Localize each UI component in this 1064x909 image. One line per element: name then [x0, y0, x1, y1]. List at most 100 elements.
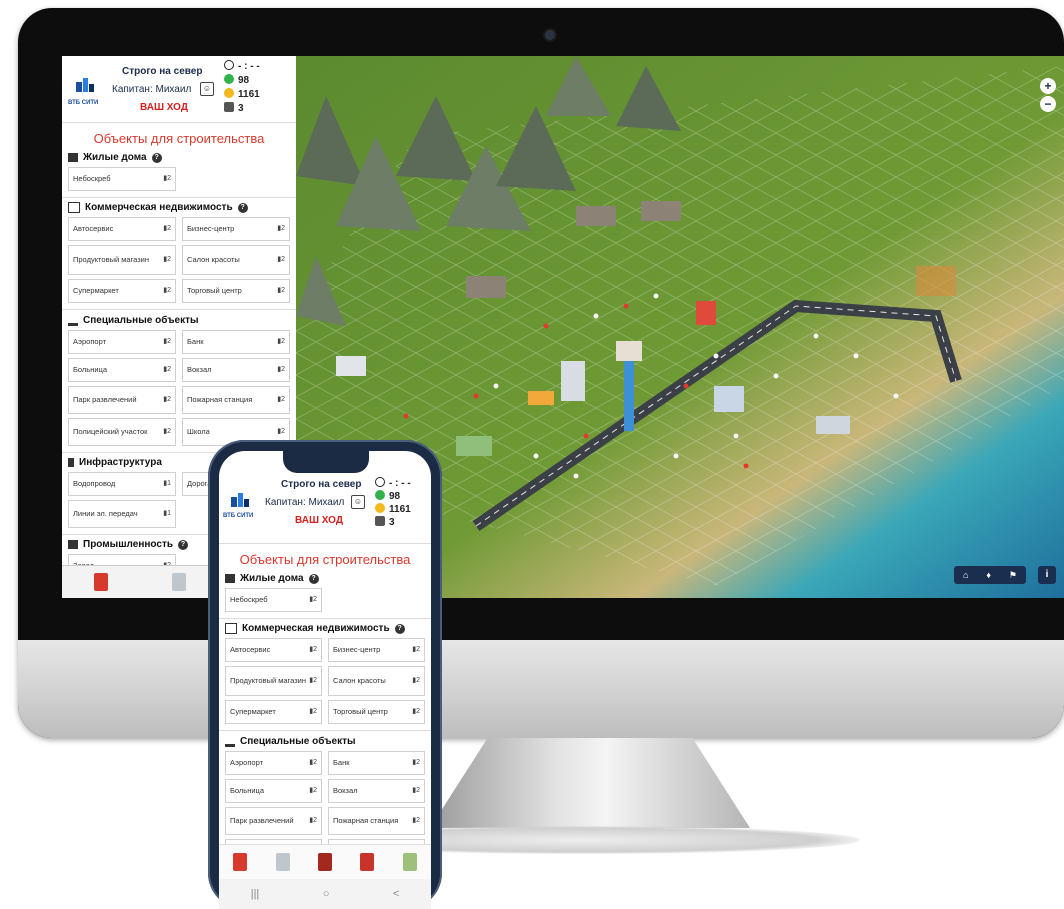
phone-screen: ВТБ СИТИ Строго на север Капитан: Михаил… — [219, 451, 431, 909]
help-icon[interactable]: ? — [237, 202, 248, 213]
item-cost: ▮2 — [309, 817, 317, 824]
item-label: Аэропорт — [230, 758, 264, 767]
build-item[interactable]: Торговый центр ▮2 — [328, 700, 425, 724]
build-item[interactable]: Аэропорт ▮2 — [225, 751, 322, 775]
build-item[interactable]: Супермаркет ▮2 — [68, 279, 176, 303]
residential-grid: Небоскреб ▮2 — [219, 588, 431, 616]
demolish-icon[interactable] — [317, 853, 332, 871]
map-toolbar: ⌂ ♦ ⚑ — [954, 566, 1026, 584]
build-item[interactable]: Полицейский участок ▮2 — [68, 418, 176, 446]
cost-value: 1 — [167, 510, 171, 517]
help-icon[interactable]: ? — [151, 152, 162, 163]
build-item[interactable]: Салон красоты ▮2 — [328, 666, 425, 696]
flag-icon[interactable]: ⚑ — [1009, 570, 1017, 581]
build-item[interactable]: Небоскреб ▮2 — [225, 588, 322, 612]
build-item[interactable]: Бизнес-центр ▮2 — [328, 638, 425, 662]
home-icon[interactable]: ⌂ — [963, 570, 968, 580]
captain-avatar-button[interactable]: ☺ — [351, 495, 365, 509]
bricks-icon[interactable] — [233, 853, 248, 871]
build-item[interactable]: Небоскреб ▮2 — [68, 167, 176, 191]
cost-value: 2 — [167, 366, 171, 373]
back-button[interactable]: < — [393, 888, 399, 900]
build-item[interactable]: Банк ▮2 — [328, 751, 425, 775]
android-nav-bar: ||| ○ < — [219, 879, 431, 909]
section-commercial: Коммерческая недвижимость? — [225, 623, 425, 634]
item-cost: ▮2 — [163, 428, 171, 435]
section-special: Специальные объекты — [68, 314, 290, 326]
item-cost: ▮2 — [163, 225, 171, 232]
smile-icon — [224, 74, 234, 84]
section-title: Коммерческая недвижимость — [85, 202, 233, 213]
item-cost: ▮2 — [412, 817, 420, 824]
build-item[interactable]: Вокзал ▮2 — [328, 779, 425, 803]
cost-value: 2 — [416, 759, 420, 766]
help-icon[interactable]: ? — [178, 539, 188, 550]
zoom-in-button[interactable]: + — [1040, 78, 1056, 94]
info-button[interactable]: i — [1038, 566, 1056, 584]
section-title: Специальные объекты — [83, 314, 199, 326]
document-icon[interactable] — [275, 853, 290, 871]
item-label: Продуктовый магазин — [73, 255, 149, 264]
zoom-out-button[interactable]: − — [1040, 96, 1056, 112]
build-item[interactable]: Супермаркет ▮2 — [225, 700, 322, 724]
build-item[interactable]: Больница ▮2 — [225, 779, 322, 803]
build-item[interactable]: Пожарная станция ▮2 — [328, 807, 425, 835]
cost-value: 2 — [313, 817, 317, 824]
build-item[interactable]: Больница ▮2 — [68, 358, 176, 382]
build-item[interactable]: Парк развлечений ▮2 — [225, 807, 322, 835]
item-cost: ▮2 — [309, 646, 317, 653]
build-item[interactable]: Автосервис ▮2 — [68, 217, 176, 241]
house-icon — [68, 153, 78, 162]
home-button[interactable]: ○ — [323, 888, 330, 900]
build-item[interactable]: Банк ▮2 — [182, 330, 290, 354]
camera — [543, 28, 557, 42]
special-grid: Аэропорт ▮2 Банк ▮2 Больница ▮2 Вокзал ▮2 Па… — [62, 330, 296, 450]
build-item[interactable]: Салон красоты ▮2 — [182, 245, 290, 275]
map-icon[interactable] — [402, 853, 417, 871]
build-item[interactable]: Аэропорт ▮2 — [68, 330, 176, 354]
build-item[interactable]: Бизнес-центр ▮2 — [182, 217, 290, 241]
build-item[interactable]: Продуктовый магазин ▮2 — [68, 245, 176, 275]
item-cost: ▮2 — [412, 646, 420, 653]
book-icon[interactable] — [360, 853, 375, 871]
game-header: ВТБ СИТИ Строго на север Капитан: Михаил… — [62, 56, 296, 123]
build-item[interactable]: Автосервис ▮2 — [225, 638, 322, 662]
build-item[interactable]: Торговый центр ▮2 — [182, 279, 290, 303]
build-item[interactable]: Водопровод ▮1 — [68, 472, 176, 496]
phone-action-bar — [219, 844, 431, 879]
build-item[interactable]: Пожарная станция ▮2 — [182, 386, 290, 414]
drop-icon[interactable]: ♦ — [986, 570, 991, 580]
logo-text: ВТБ СИТИ — [68, 100, 99, 106]
document-icon[interactable] — [172, 573, 186, 591]
house-icon — [225, 574, 235, 583]
bricks-icon[interactable] — [94, 573, 108, 591]
item-cost: ▮2 — [163, 287, 171, 294]
residential-grid: Небоскреб ▮2 — [62, 167, 296, 195]
timer-value: - : - - — [389, 478, 411, 489]
builders-value: 3 — [238, 103, 244, 114]
city-title: Строго на север — [281, 479, 362, 490]
item-label: Салон красоты — [187, 255, 240, 264]
build-item[interactable]: Парк развлечений ▮2 — [68, 386, 176, 414]
cost-value: 2 — [313, 596, 317, 603]
item-label: Супермаркет — [73, 286, 119, 295]
help-icon[interactable]: ? — [394, 623, 405, 634]
build-item[interactable]: Продуктовый магазин ▮2 — [225, 666, 322, 696]
item-label: Автосервис — [230, 645, 271, 654]
cost-value: 2 — [416, 708, 420, 715]
pole-icon — [68, 458, 74, 467]
cost-value: 2 — [281, 287, 285, 294]
captain-avatar-button[interactable]: ☺ — [200, 82, 214, 96]
recents-button[interactable]: ||| — [251, 888, 260, 900]
build-item[interactable]: Линии эл. передач ▮1 — [68, 500, 176, 528]
item-label: Парк развлечений — [73, 395, 137, 404]
build-item[interactable]: Вокзал ▮2 — [182, 358, 290, 382]
cost-value: 2 — [416, 646, 420, 653]
help-icon[interactable]: ? — [308, 573, 319, 584]
item-cost: ▮2 — [309, 787, 317, 794]
turn-status: ВАШ ХОД — [140, 102, 188, 113]
cost-value: 1 — [167, 480, 171, 487]
captain-label: Капитан: Михаил — [112, 84, 192, 95]
builder-icon — [375, 516, 385, 526]
cost-value: 2 — [167, 287, 171, 294]
